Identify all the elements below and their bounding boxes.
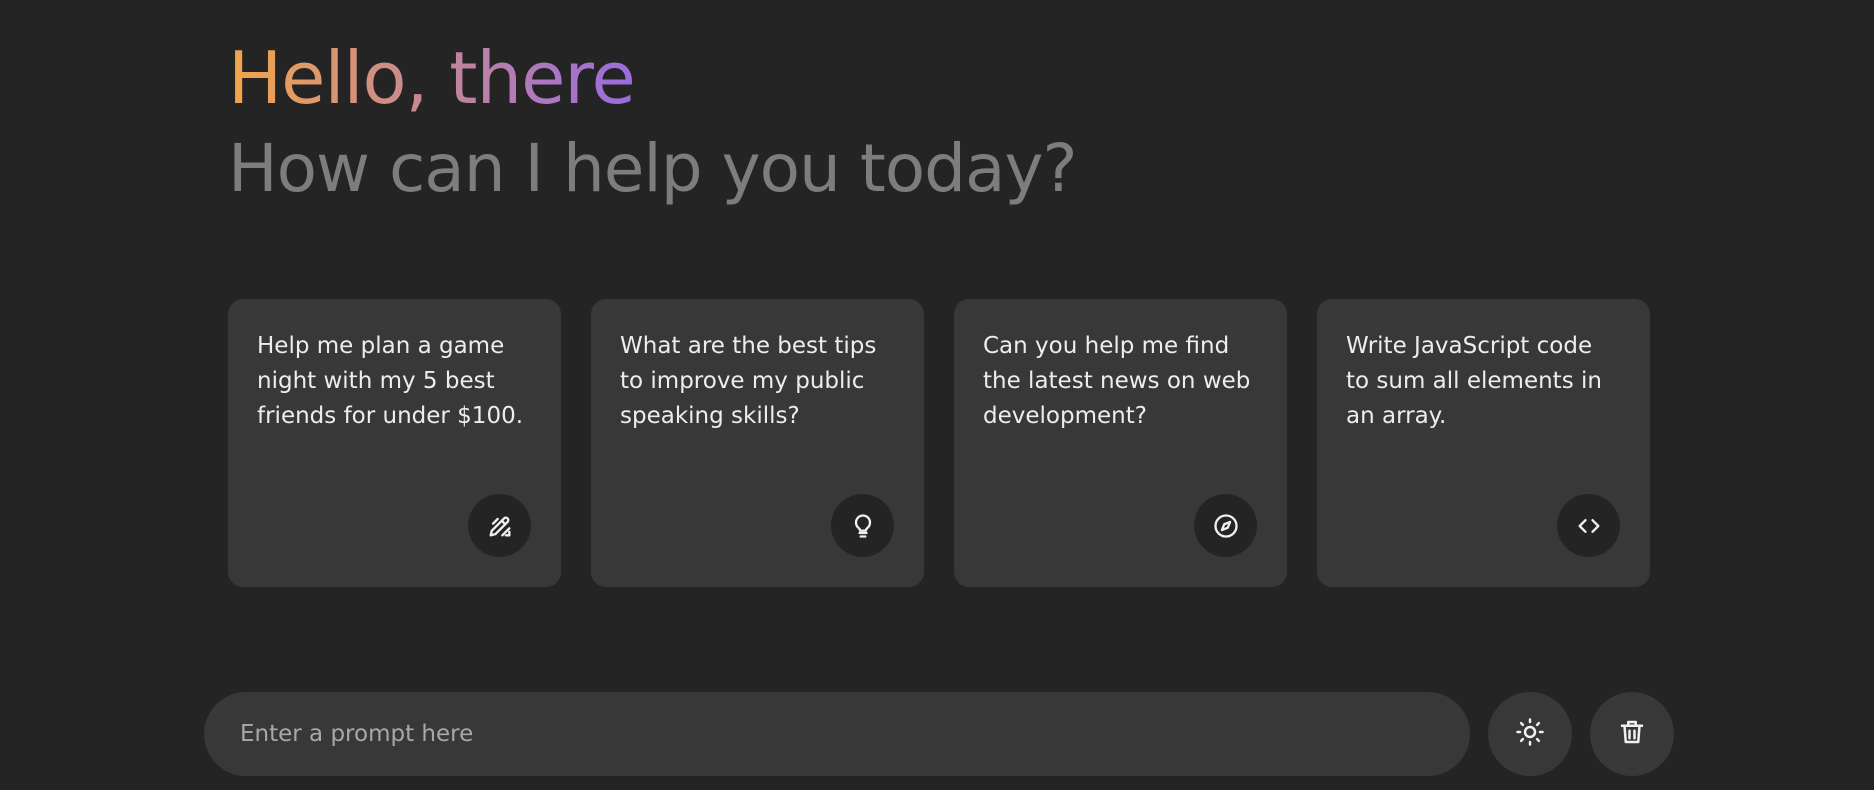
delete-chat-button[interactable]	[1590, 692, 1674, 776]
prompt-form	[204, 692, 1470, 776]
suggestion-card[interactable]: Can you help me find the latest news on …	[954, 299, 1287, 587]
suggestion-list: Help me plan a game night with my 5 best…	[228, 299, 1650, 587]
suggestion-text: Can you help me find the latest news on …	[983, 333, 1251, 429]
explore-icon	[1194, 494, 1257, 557]
prompt-input[interactable]	[204, 692, 1470, 776]
suggestion-text: Write JavaScript code to sum all element…	[1346, 333, 1602, 429]
code-icon	[1557, 494, 1620, 557]
chat-home-page: Hello, there How can I help you today? H…	[0, 0, 1874, 790]
delete-icon	[1617, 717, 1647, 751]
suggestion-card[interactable]: Write JavaScript code to sum all element…	[1317, 299, 1650, 587]
suggestion-text: What are the best tips to improve my pub…	[620, 333, 877, 429]
light-mode-icon	[1515, 717, 1545, 751]
suggestion-text: Help me plan a game night with my 5 best…	[257, 333, 524, 429]
help-subtitle: How can I help you today?	[228, 130, 1078, 207]
suggestion-card[interactable]: Help me plan a game night with my 5 best…	[228, 299, 561, 587]
draw-icon	[468, 494, 531, 557]
greeting-title: Hello, there	[228, 30, 636, 126]
lightbulb-icon	[831, 494, 894, 557]
theme-toggle-button[interactable]	[1488, 692, 1572, 776]
suggestion-card[interactable]: What are the best tips to improve my pub…	[591, 299, 924, 587]
